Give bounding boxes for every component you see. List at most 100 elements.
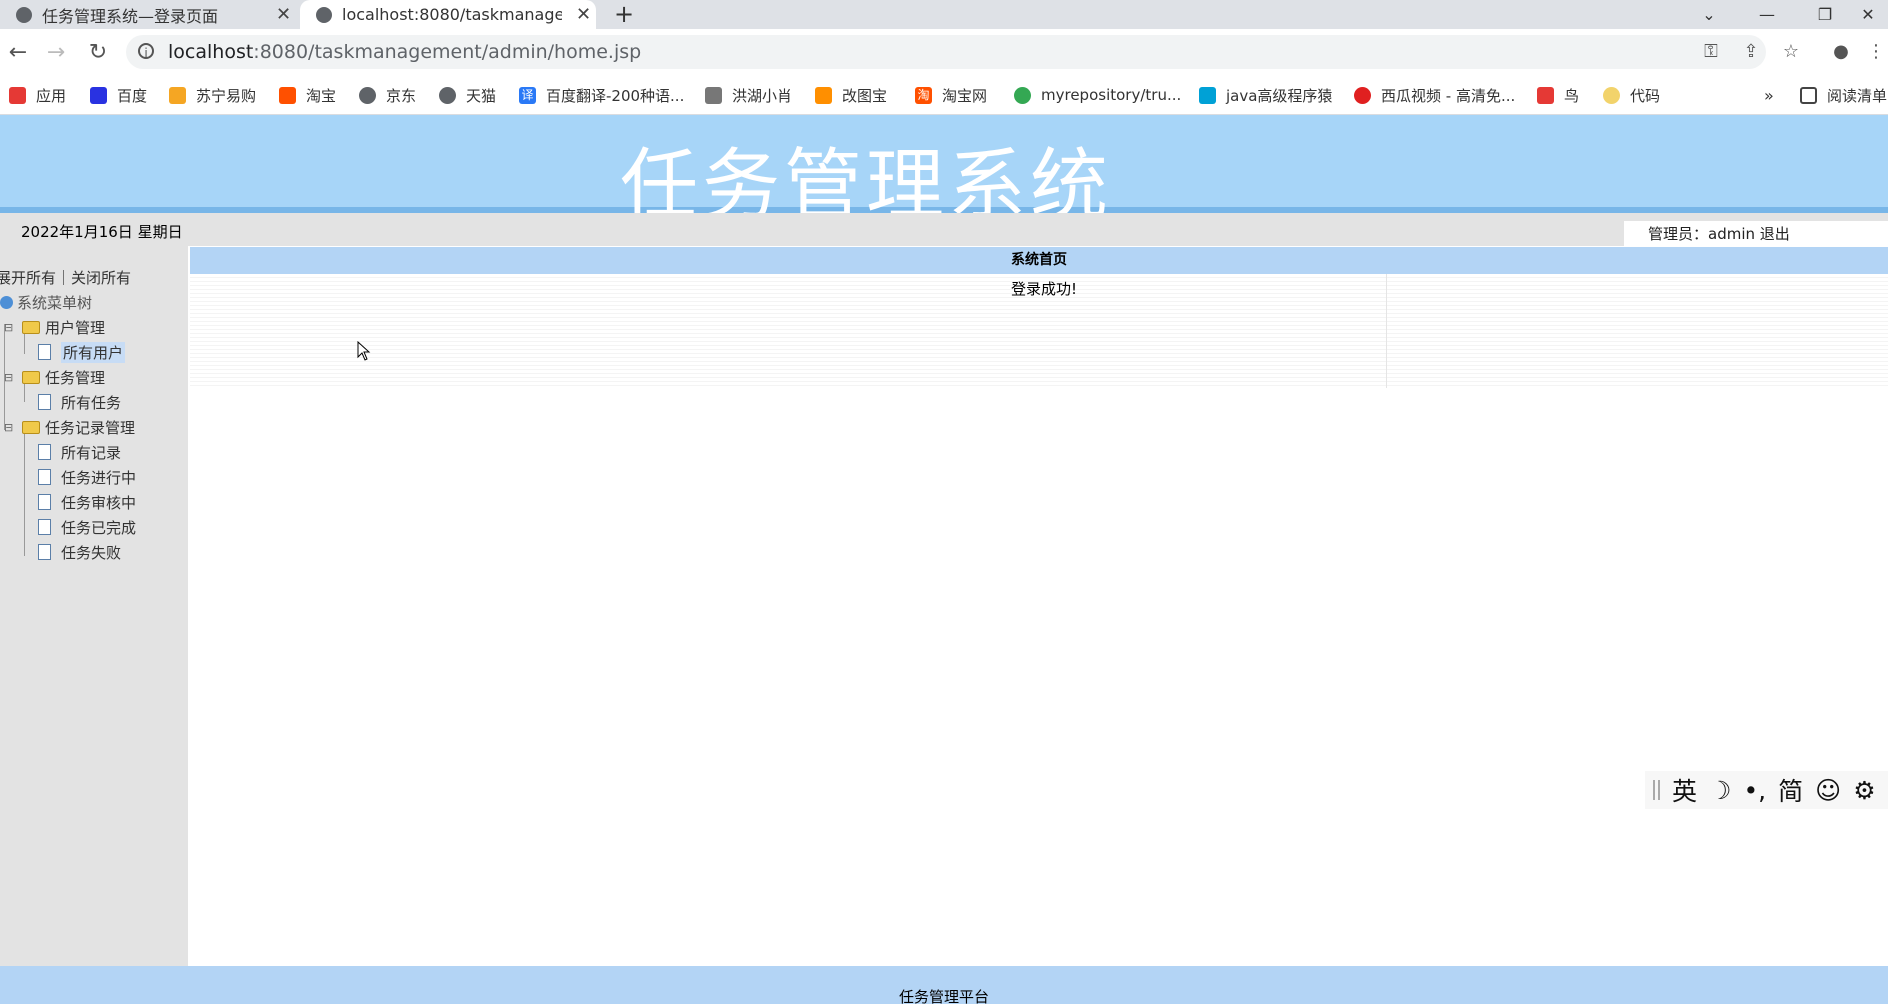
folder-icon xyxy=(22,370,40,384)
document-icon xyxy=(38,394,51,410)
reading-list-button[interactable]: 阅读清单 xyxy=(1800,76,1888,114)
suning-icon xyxy=(169,86,186,104)
tab-search-icon[interactable]: ⌄ xyxy=(1680,0,1738,29)
content-divider xyxy=(1386,274,1387,388)
tab-login[interactable]: 任务管理系统—登录页面 ✕ xyxy=(0,0,300,29)
drag-handle-icon[interactable] xyxy=(1653,780,1660,800)
tab-title: 任务管理系统—登录页面 xyxy=(42,6,219,26)
browser-toolbar: ← → ↻ i localhost:8080/taskmanagement/ad… xyxy=(0,29,1888,76)
tab-home[interactable]: localhost:8080/taskmanageme ✕ xyxy=(300,0,596,29)
reading-list-icon xyxy=(1800,86,1817,104)
close-icon[interactable]: ✕ xyxy=(576,4,591,25)
bird-icon xyxy=(705,86,722,104)
address-bar[interactable]: i localhost:8080/taskmanagement/admin/ho… xyxy=(126,35,1766,69)
site-header: 任务管理系统 xyxy=(0,115,1888,231)
document-icon xyxy=(38,494,51,510)
apps-grid-icon xyxy=(9,86,26,104)
footer-text: 任务管理平台 xyxy=(898,988,989,1006)
emoji-icon[interactable]: ☺ xyxy=(1815,776,1841,805)
close-icon[interactable]: ✕ xyxy=(276,4,291,25)
info-bar: 2022年1月16日 星期日 管理员：admin 退出 xyxy=(0,213,1888,248)
tree-root-icon xyxy=(0,295,13,309)
globe-icon xyxy=(439,86,456,104)
url-text: localhost:8080/taskmanagement/admin/home… xyxy=(168,41,642,63)
site-info-icon[interactable]: i xyxy=(138,43,154,60)
tab-strip: 任务管理系统—登录页面 ✕ localhost:8080/taskmanagem… xyxy=(0,0,1888,29)
bookmark-apps[interactable]: 应用 xyxy=(9,76,66,114)
bookmark-suning[interactable]: 苏宁易购 xyxy=(169,76,256,114)
tree-item-in-progress[interactable]: 任务进行中 xyxy=(38,466,136,488)
mouse-cursor-icon xyxy=(357,341,371,361)
bookmark-taobao-net[interactable]: 淘淘宝网 xyxy=(915,76,987,114)
collapse-toggle-icon[interactable]: ⊟ xyxy=(4,371,22,384)
share-icon[interactable]: ⇪ xyxy=(1738,39,1764,65)
user-info[interactable]: 管理员：admin 退出 xyxy=(1624,221,1888,248)
menu-icon[interactable]: ⋮ xyxy=(1866,39,1886,65)
bookmark-code[interactable]: 代码 xyxy=(1603,76,1660,114)
folder-icon xyxy=(22,420,40,434)
baidu-paw-icon xyxy=(90,86,107,104)
settings-gear-icon[interactable]: ⚙ xyxy=(1853,776,1875,805)
tree-root: 系统菜单树 xyxy=(0,291,92,313)
xigua-icon xyxy=(1354,86,1371,104)
ime-english-toggle[interactable]: 英 xyxy=(1672,772,1697,808)
bookmark-taobao[interactable]: 淘宝 xyxy=(279,76,336,114)
tree-item-all-records[interactable]: 所有记录 xyxy=(38,441,121,463)
window-close-icon[interactable]: ✕ xyxy=(1848,0,1888,29)
bookmark-xigua[interactable]: 西瓜视频 - 高清免... xyxy=(1354,76,1515,114)
reload-icon[interactable]: ↻ xyxy=(84,39,112,67)
back-icon[interactable]: ← xyxy=(4,39,32,67)
bookmark-star-icon[interactable]: ☆ xyxy=(1778,39,1804,65)
chrome-icon xyxy=(1014,86,1031,104)
tree-folder-task-records[interactable]: ⊟ 任务记录管理 xyxy=(4,416,135,438)
new-tab-button[interactable]: + xyxy=(614,0,634,28)
translate-icon: 译 xyxy=(519,86,536,104)
bookmark-honghu[interactable]: 洪湖小肖 xyxy=(705,76,792,114)
collapse-toggle-icon[interactable]: ⊟ xyxy=(4,421,22,434)
bookmark-jd[interactable]: 京东 xyxy=(359,76,416,114)
site-footer: 任务管理平台 xyxy=(0,966,1888,1006)
bookmark-bird[interactable]: 鸟 xyxy=(1537,76,1579,114)
content-title: 系统首页 xyxy=(190,247,1888,274)
moon-icon[interactable]: ☽ xyxy=(1709,776,1731,805)
collapse-toggle-icon[interactable]: ⊟ xyxy=(4,321,22,334)
document-icon xyxy=(38,344,51,360)
tree-item-completed[interactable]: 任务已完成 xyxy=(38,516,136,538)
login-success-message: 登录成功! xyxy=(1011,280,1078,298)
bookmark-myrepository[interactable]: myrepository/tru... xyxy=(1014,76,1181,114)
bookmark-tmall[interactable]: 天猫 xyxy=(439,76,496,114)
key-icon[interactable]: ⚿ xyxy=(1698,39,1724,65)
globe-icon xyxy=(359,86,376,104)
globe-icon xyxy=(316,6,332,23)
tree-item-all-users[interactable]: 所有用户 xyxy=(38,341,126,363)
folder-icon xyxy=(22,320,40,334)
bookmark-baidu-translate[interactable]: 译百度翻译-200种语... xyxy=(519,76,684,114)
forward-icon[interactable]: → xyxy=(42,39,70,67)
bookmarks-bar: 应用 百度 苏宁易购 淘宝 京东 天猫 译百度翻译-200种语... 洪湖小肖 … xyxy=(0,76,1888,115)
tree-item-under-review[interactable]: 任务审核中 xyxy=(38,491,136,513)
ime-toolbar: 英 ☽ •, 简 ☺ ⚙ xyxy=(1645,771,1888,809)
taobao-icon: 淘 xyxy=(915,86,932,104)
bookmark-java[interactable]: java高级程序猿 xyxy=(1199,76,1332,114)
document-icon xyxy=(38,469,51,485)
ime-simplified-toggle[interactable]: 简 xyxy=(1778,772,1803,808)
gaitubao-icon xyxy=(815,86,832,104)
bookmark-baidu[interactable]: 百度 xyxy=(90,76,147,114)
tree-folder-task-management[interactable]: ⊟ 任务管理 xyxy=(4,366,105,388)
tree-item-failed[interactable]: 任务失败 xyxy=(38,541,121,563)
tab-title: localhost:8080/taskmanageme xyxy=(342,5,562,24)
restore-icon[interactable]: ❐ xyxy=(1796,0,1854,29)
sidebar: 展开所有｜关闭所有 系统菜单树 ⊟ 用户管理 所有用户 ⊟ 任务管理 所有任务 ⊟ 任… xyxy=(0,246,188,966)
punctuation-icon[interactable]: •, xyxy=(1743,776,1766,805)
tree-item-all-tasks[interactable]: 所有任务 xyxy=(38,391,121,413)
document-icon xyxy=(38,544,51,560)
minimize-icon[interactable]: — xyxy=(1738,0,1796,29)
document-icon xyxy=(38,444,51,460)
tree-expand-collapse[interactable]: 展开所有｜关闭所有 xyxy=(0,266,131,288)
more-bookmarks-button[interactable]: » xyxy=(1764,76,1774,114)
document-icon xyxy=(38,519,51,535)
code-icon xyxy=(1603,86,1620,104)
profile-icon[interactable]: ● xyxy=(1828,39,1854,65)
tree-folder-user-management[interactable]: ⊟ 用户管理 xyxy=(4,316,105,338)
bookmark-gaitubao[interactable]: 改图宝 xyxy=(815,76,887,114)
